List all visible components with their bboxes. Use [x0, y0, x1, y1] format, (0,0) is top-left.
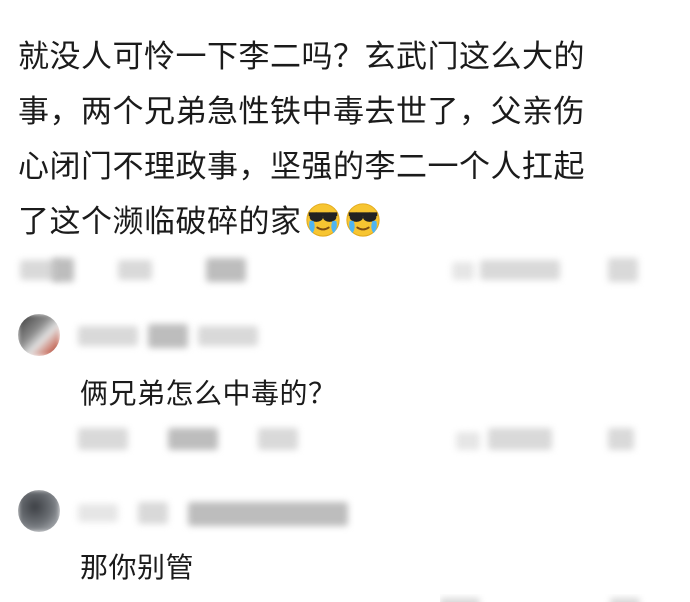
post-line: 心闭门不理政事，坚强的李二一个人扛起	[18, 149, 585, 185]
comment-thread-screenshot: 就没人可怜一下李二吗？玄武门这么大的 事，两个兄弟急性铁中毒去世了，父亲伤 心闭…	[0, 0, 690, 602]
comment-meta-row-blurred	[440, 594, 660, 602]
comment-username-blurred	[78, 498, 378, 528]
post-line: 事，两个兄弟急性铁中毒去世了，父亲伤	[18, 94, 585, 130]
comment-meta-row-blurred	[78, 424, 678, 454]
post-line: 了这个濒临破碎的家	[18, 204, 302, 240]
user-avatar-icon[interactable]	[18, 314, 60, 356]
post-line: 就没人可怜一下李二吗？玄武门这么大的	[18, 39, 585, 75]
user-avatar-icon[interactable]	[18, 490, 60, 532]
cool-crying-face-emoji-icon	[304, 200, 342, 238]
post-line-last: 了这个濒临破碎的家	[18, 195, 678, 250]
comment-text: 那你别管	[80, 551, 195, 584]
comment-text: 俩兄弟怎么中毒的？	[80, 377, 337, 410]
post-body: 就没人可怜一下李二吗？玄武门这么大的 事，两个兄弟急性铁中毒去世了，父亲伤 心闭…	[18, 30, 678, 250]
post-meta-row-blurred	[0, 254, 690, 284]
cool-crying-face-emoji-icon	[344, 200, 382, 238]
comment-username-blurred	[78, 322, 278, 352]
